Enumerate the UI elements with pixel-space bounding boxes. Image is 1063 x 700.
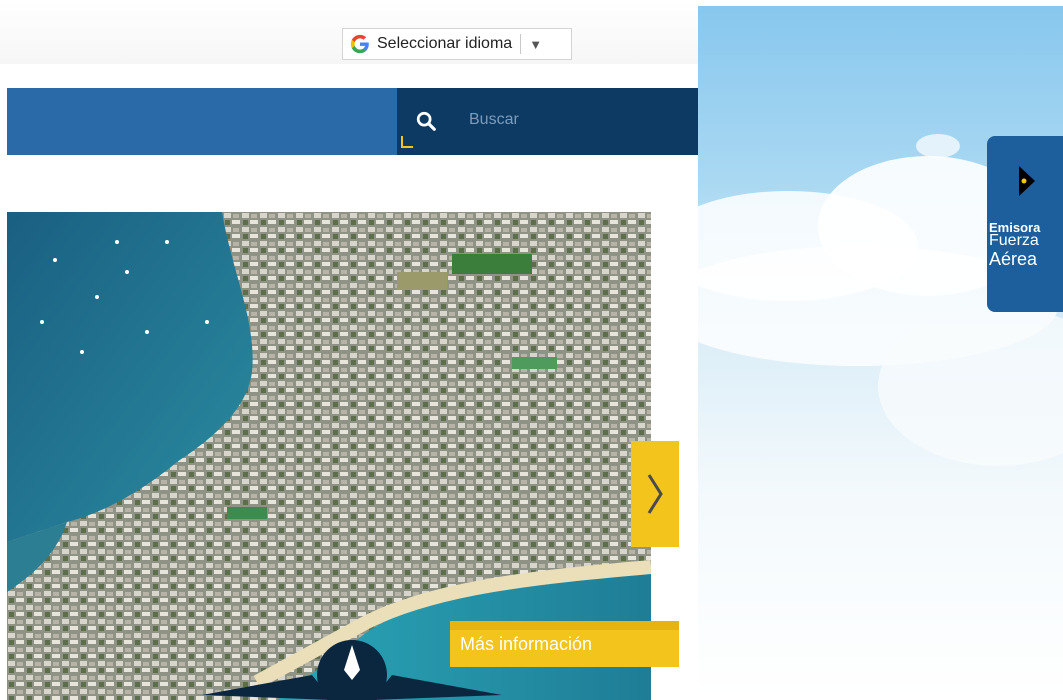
dropdown-arrow-icon: ▼ [529,36,543,52]
search-icon[interactable] [415,110,437,132]
language-selector[interactable]: Seleccionar idioma ▼ [342,28,572,60]
divider [520,34,522,54]
more-info-label: Más información [460,633,593,654]
main-navbar: Buscar [7,88,698,155]
language-selector-label: Seleccionar idioma [377,35,513,52]
focus-corner [401,136,413,148]
google-logo-icon [350,34,369,54]
radio-station-widget[interactable]: Emisora Fuerza Aérea [987,136,1063,312]
sky-background [698,6,1063,700]
search-input[interactable]: Buscar [469,111,519,129]
radio-title-line3: Aérea [989,249,1038,269]
slider-next-button[interactable] [631,441,679,547]
radio-title-line2: Fuerza [989,232,1039,249]
play-icon [1019,166,1035,196]
more-info-button[interactable]: Más información [450,621,679,667]
language-bar: Seleccionar idioma ▼ [0,0,698,64]
search-box[interactable]: Buscar [397,88,698,155]
button-stripe [450,621,679,630]
chevron-right-icon [647,474,663,514]
